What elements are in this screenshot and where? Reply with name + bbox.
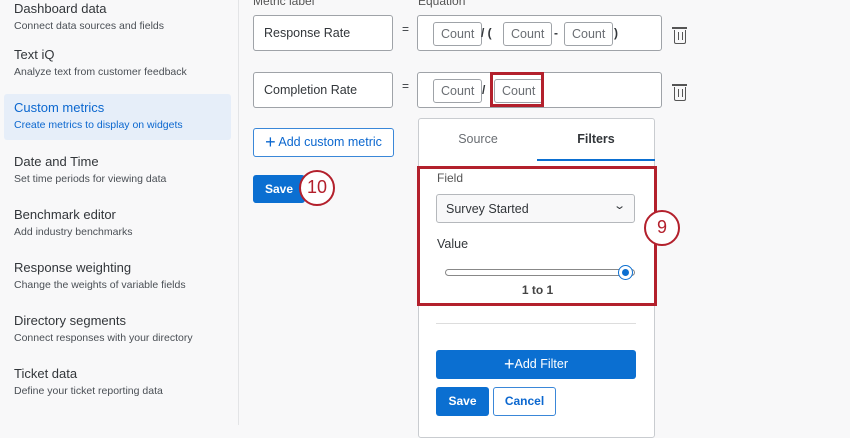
cancel-button[interactable]: Cancel bbox=[493, 387, 556, 416]
tab-filters[interactable]: Filters bbox=[537, 119, 655, 161]
equals-sign: = bbox=[402, 22, 410, 36]
operator: / ( bbox=[481, 26, 492, 40]
trash-icon[interactable] bbox=[672, 27, 687, 44]
sidebar-item-custom-metrics[interactable]: Custom metrics Create metrics to display … bbox=[4, 94, 231, 140]
save-button[interactable]: Save bbox=[253, 175, 305, 203]
sidebar-item-ticket-data[interactable]: Ticket data Define your ticket reporting … bbox=[4, 360, 231, 406]
metric-label-input[interactable]: Response Rate bbox=[253, 15, 393, 51]
sidebar-item-dashboard-data[interactable]: Dashboard data Connect data sources and f… bbox=[4, 1, 231, 37]
metric-label-input[interactable]: Completion Rate bbox=[253, 72, 393, 108]
divider bbox=[436, 323, 636, 324]
plus-icon: + bbox=[265, 132, 276, 152]
equation-header: Equation bbox=[418, 0, 466, 8]
highlight-box bbox=[490, 72, 544, 107]
callout-9: 9 bbox=[644, 210, 680, 246]
add-filter-button[interactable]: +Add Filter bbox=[436, 350, 636, 379]
plus-icon: + bbox=[503, 354, 515, 374]
operator: / bbox=[482, 83, 486, 97]
count-token[interactable]: Count bbox=[433, 79, 483, 103]
count-token[interactable]: Count bbox=[433, 22, 483, 46]
sidebar-item-benchmark-editor[interactable]: Benchmark editor Add industry benchmarks bbox=[4, 201, 231, 247]
operator: - bbox=[554, 26, 558, 40]
sidebar-item-date-time[interactable]: Date and Time Set time periods for viewin… bbox=[4, 148, 231, 194]
sidebar: Dashboard data Connect data sources and f… bbox=[0, 0, 239, 425]
highlight-box bbox=[417, 166, 657, 306]
count-token[interactable]: Count bbox=[564, 22, 614, 46]
sidebar-item-response-weighting[interactable]: Response weighting Change the weights of … bbox=[4, 254, 231, 300]
sidebar-item-directory-segments[interactable]: Directory segments Connect responses with… bbox=[4, 307, 231, 353]
count-token[interactable]: Count bbox=[503, 22, 553, 46]
add-custom-metric-button[interactable]: + Add custom metric bbox=[253, 128, 394, 157]
metric-label-header: Metric label bbox=[253, 0, 315, 8]
trash-icon[interactable] bbox=[672, 84, 687, 101]
callout-10: 10 bbox=[299, 170, 335, 206]
tab-source[interactable]: Source bbox=[419, 119, 537, 161]
popover-save-button[interactable]: Save bbox=[436, 387, 489, 416]
equation-input[interactable]: Count / ( Count - Count ) bbox=[417, 15, 662, 51]
sidebar-item-text-iq[interactable]: Text iQ Analyze text from customer feedba… bbox=[4, 41, 231, 87]
operator: ) bbox=[614, 26, 618, 40]
equals-sign: = bbox=[402, 79, 410, 93]
